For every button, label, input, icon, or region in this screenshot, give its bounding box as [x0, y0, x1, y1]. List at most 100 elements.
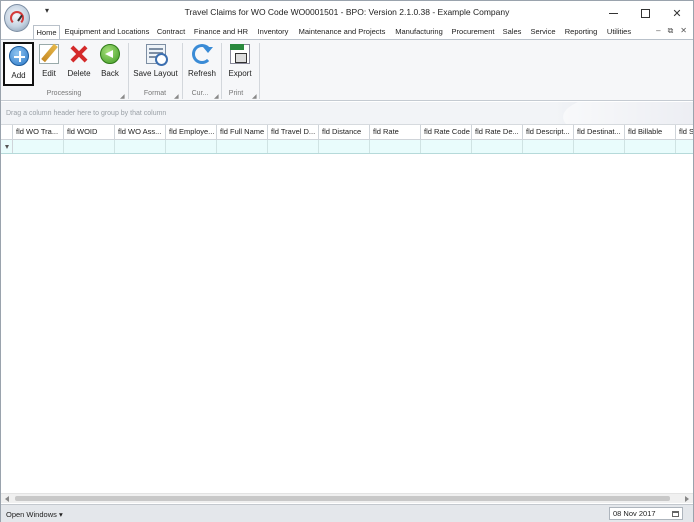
- grid-body[interactable]: [1, 154, 693, 493]
- refresh-button[interactable]: Refresh: [186, 42, 218, 86]
- filter-cell[interactable]: [472, 140, 523, 153]
- add-button-label: Add: [11, 71, 26, 80]
- column-header-billable[interactable]: fld Billable: [625, 125, 676, 139]
- title-bar: ▾ Travel Claims for WO Code WO0001501 - …: [1, 1, 693, 32]
- column-header-distance[interactable]: fld Distance: [319, 125, 370, 139]
- scroll-right-icon[interactable]: [685, 496, 689, 502]
- tab-reporting[interactable]: Reporting: [561, 25, 601, 39]
- status-bar: Open Windows ▾ 08 Nov 2017: [1, 504, 693, 522]
- tab-inventory[interactable]: Inventory: [253, 25, 293, 39]
- calendar-icon[interactable]: [672, 511, 679, 517]
- delete-icon: [69, 44, 89, 64]
- mdi-close-icon[interactable]: ✕: [680, 26, 687, 36]
- tab-manufacturing[interactable]: Manufacturing: [391, 25, 447, 39]
- filter-cell[interactable]: [13, 140, 64, 153]
- group-label-processing: Processing: [46, 90, 82, 97]
- group-label-print: Print: [228, 90, 244, 97]
- refresh-icon: [192, 44, 213, 64]
- filter-cell[interactable]: [268, 140, 319, 153]
- filter-cell[interactable]: [676, 140, 693, 153]
- edit-icon: [39, 44, 59, 64]
- tab-maintenance-and-projects[interactable]: Maintenance and Projects: [296, 25, 388, 39]
- format-dialog-launcher-icon[interactable]: ◢: [174, 93, 179, 100]
- horizontal-scrollbar[interactable]: [1, 493, 693, 503]
- maximize-icon: [640, 8, 650, 18]
- column-header-destination[interactable]: fld Destinat...: [574, 125, 625, 139]
- tab-sales[interactable]: Sales: [499, 25, 525, 39]
- filter-cell[interactable]: [370, 140, 421, 153]
- tab-finance-and-hr[interactable]: Finance and HR: [192, 25, 250, 39]
- edit-button-label: Edit: [42, 69, 56, 78]
- date-value: 08 Nov 2017: [613, 509, 656, 518]
- minimize-button[interactable]: [597, 1, 629, 25]
- filter-cell[interactable]: [319, 140, 370, 153]
- ribbon-tab-strip: Home Equipment and Locations Contract Fi…: [1, 25, 693, 40]
- filter-row-indicator-icon: [1, 140, 13, 153]
- back-arrow-icon: [100, 44, 120, 64]
- filter-cell[interactable]: [523, 140, 574, 153]
- column-header-rate[interactable]: fld Rate: [370, 125, 421, 139]
- filter-cell[interactable]: [625, 140, 676, 153]
- save-layout-icon: [145, 44, 168, 66]
- minimize-icon: [608, 12, 618, 14]
- column-header-woid[interactable]: fld WOID: [64, 125, 115, 139]
- filter-cell[interactable]: [217, 140, 268, 153]
- add-icon: [8, 46, 29, 66]
- filter-cell[interactable]: [421, 140, 472, 153]
- group-by-panel[interactable]: Drag a column header here to group by th…: [1, 102, 693, 125]
- gauge-dial-icon: [10, 11, 24, 25]
- save-layout-button-label: Save Layout: [133, 69, 178, 78]
- column-header-wo-assignment[interactable]: fld WO Ass...: [115, 125, 166, 139]
- tab-home[interactable]: Home: [33, 25, 60, 40]
- column-header-description[interactable]: fld Descript...: [523, 125, 574, 139]
- column-header-s[interactable]: fld S: [676, 125, 693, 139]
- group-label-current: Cur...: [191, 90, 209, 97]
- delete-button[interactable]: Delete: [64, 42, 94, 86]
- filter-cell[interactable]: [64, 140, 115, 153]
- refresh-button-label: Refresh: [187, 69, 216, 78]
- close-icon: ✕: [672, 7, 682, 20]
- window-title: Travel Claims for WO Code WO0001501 - BP…: [184, 7, 510, 17]
- current-dialog-launcher-icon[interactable]: ◢: [214, 93, 219, 100]
- column-header-rate-code[interactable]: fld Rate Code: [421, 125, 472, 139]
- export-button[interactable]: Export: [225, 42, 255, 86]
- export-button-label: Export: [228, 69, 252, 78]
- save-layout-button[interactable]: Save Layout: [132, 42, 179, 86]
- grid-corner-cell: [1, 125, 13, 139]
- maximize-button[interactable]: [629, 1, 661, 25]
- column-header-employee[interactable]: fld Employe...: [166, 125, 217, 139]
- group-separator: [259, 43, 260, 99]
- mdi-minimize-icon[interactable]: –: [656, 26, 660, 36]
- group-by-hint: Drag a column header here to group by th…: [6, 110, 167, 117]
- filter-cell[interactable]: [574, 140, 625, 153]
- tab-service[interactable]: Service: [528, 25, 558, 39]
- mdi-controls: – ⧉ ✕: [656, 26, 687, 36]
- tab-utilities[interactable]: Utilities: [604, 25, 634, 39]
- export-excel-icon: [230, 44, 250, 64]
- filter-cell[interactable]: [166, 140, 217, 153]
- column-header-rate-description[interactable]: fld Rate De...: [472, 125, 523, 139]
- back-button[interactable]: Back: [97, 42, 123, 86]
- grid-filter-row: [1, 140, 693, 154]
- column-header-wo-travel[interactable]: fld WO Tra...: [13, 125, 64, 139]
- column-header-full-name[interactable]: fld Full Name: [217, 125, 268, 139]
- processing-dialog-launcher-icon[interactable]: ◢: [120, 93, 125, 100]
- print-dialog-launcher-icon[interactable]: ◢: [252, 93, 257, 100]
- close-button[interactable]: ✕: [661, 1, 693, 25]
- mdi-restore-icon[interactable]: ⧉: [668, 26, 674, 36]
- tab-procurement[interactable]: Procurement: [450, 25, 496, 39]
- application-window: ▾ Travel Claims for WO Code WO0001501 - …: [0, 0, 694, 522]
- app-menu-orb-icon[interactable]: [4, 4, 30, 32]
- open-windows-menu[interactable]: Open Windows ▾: [6, 510, 63, 519]
- date-field[interactable]: 08 Nov 2017: [609, 507, 683, 520]
- scroll-left-icon[interactable]: [5, 496, 9, 502]
- tab-equipment-and-locations[interactable]: Equipment and Locations: [63, 25, 151, 39]
- tab-contract[interactable]: Contract: [153, 25, 189, 39]
- filter-cell[interactable]: [115, 140, 166, 153]
- decorative-swoosh: [563, 102, 693, 124]
- add-button[interactable]: Add: [3, 42, 34, 86]
- scrollbar-thumb[interactable]: [15, 496, 670, 501]
- delete-button-label: Delete: [67, 69, 91, 78]
- edit-button[interactable]: Edit: [36, 42, 62, 86]
- column-header-travel-date[interactable]: fld Travel D...: [268, 125, 319, 139]
